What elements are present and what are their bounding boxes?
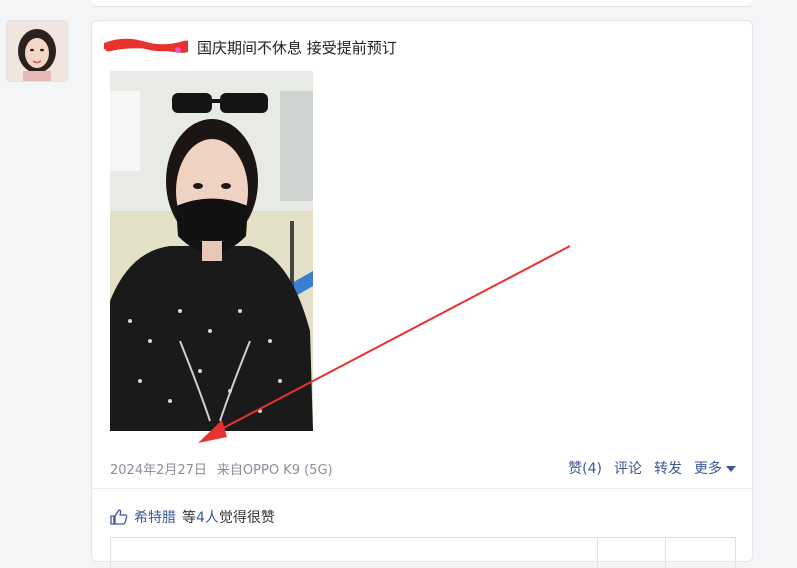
divider — [92, 488, 752, 489]
more-button[interactable]: 更多 — [694, 458, 736, 478]
avatar[interactable] — [6, 20, 68, 82]
author-name-redacted[interactable] — [102, 37, 190, 55]
post-meta: 2024年2月27日 来自OPPO K9 (5G) — [110, 459, 333, 478]
post-source: 来自OPPO K9 (5G) — [216, 463, 333, 478]
post-date[interactable]: 2024年2月27日 — [110, 463, 207, 478]
comment-button[interactable]: 评论 — [614, 458, 642, 478]
thumbs-up-icon — [110, 509, 128, 525]
caret-down-icon — [726, 466, 736, 472]
more-label: 更多 — [694, 461, 722, 477]
likes-prefix: 等4人觉得很赞 — [182, 510, 275, 526]
previous-post-edge — [92, 0, 752, 7]
post-card: 国庆期间不休息 接受提前预订 2024年2月27日 来自OPPO K9 (5G)… — [91, 20, 753, 568]
avatar-photo — [7, 21, 67, 81]
post-actions: 赞(4) 评论 转发 更多 — [568, 458, 736, 478]
likes-summary: 希特腊 等4人觉得很赞 — [110, 507, 275, 527]
post-text: 国庆期间不休息 接受提前预订 — [197, 39, 397, 57]
likes-count[interactable]: 4人 — [196, 510, 219, 526]
repost-button[interactable]: 转发 — [654, 458, 682, 478]
like-button[interactable]: 赞(4) — [568, 458, 602, 478]
comment-area-divider — [597, 538, 598, 568]
post-photo[interactable] — [110, 71, 313, 431]
comment-area — [110, 537, 736, 568]
comment-area-divider — [665, 538, 666, 568]
redaction-scribble — [102, 38, 190, 53]
liker-name[interactable]: 希特腊 — [134, 507, 176, 527]
selfie-image — [110, 71, 313, 431]
